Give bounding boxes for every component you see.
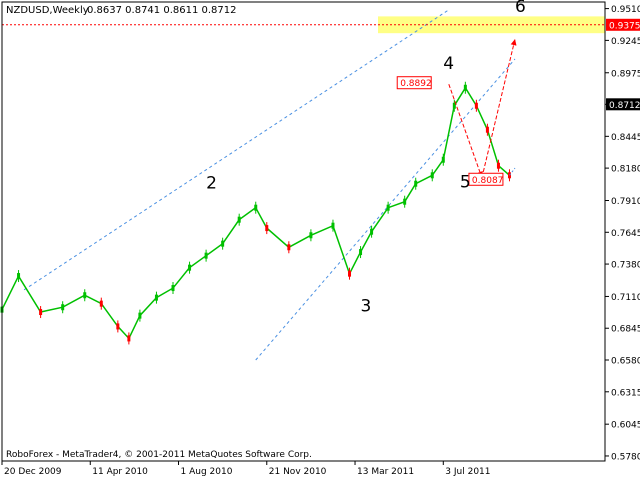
candle-body <box>430 172 434 179</box>
candle-body <box>359 249 363 256</box>
level-price-label: 0.8712 <box>609 101 640 111</box>
ohlc-readout: 0.8637 0.8741 0.8611 0.8712 <box>87 5 237 16</box>
y-tick-label: 0.7380 <box>611 261 640 271</box>
candle-body <box>348 270 352 277</box>
price-marker-label: 0.8892 <box>400 79 432 89</box>
x-tick-label: 13 Mar 2011 <box>357 467 414 477</box>
wave-label: 3 <box>361 296 372 316</box>
chart-background <box>0 0 640 480</box>
x-tick-label: 1 Aug 2010 <box>181 467 233 477</box>
wave-label: 6 <box>515 0 526 17</box>
wave-label: 5 <box>460 172 471 192</box>
candle-body <box>204 252 208 259</box>
candle-body <box>463 84 467 91</box>
chart-title: NZDUSD,Weekly <box>6 5 89 16</box>
candle-body <box>386 204 390 211</box>
candle-body <box>83 292 87 299</box>
candle-body <box>188 264 192 271</box>
y-tick-label: 0.8445 <box>611 133 640 143</box>
candle-body <box>265 225 269 232</box>
x-tick-label: 21 Nov 2010 <box>269 467 327 477</box>
candle-body <box>287 244 291 251</box>
y-tick-label: 0.9245 <box>611 37 640 47</box>
candle-body <box>370 228 374 235</box>
candle-body <box>309 232 313 239</box>
candle-body <box>331 222 335 229</box>
candle-body <box>116 323 120 330</box>
candle-body <box>61 304 65 311</box>
candle-body <box>99 300 103 307</box>
y-axis: 0.9510 0.9245 0.8975 0.8712 0.8445 0.8180 0.79… <box>605 5 640 462</box>
candle-body <box>507 172 511 179</box>
y-tick-label: 0.9510 <box>611 5 640 15</box>
candle-body <box>485 126 489 133</box>
candle-body <box>414 180 418 187</box>
x-tick-label: 20 Dec 2009 <box>4 467 62 477</box>
candle-body <box>403 198 407 205</box>
x-tick-label: 3 Jul 2011 <box>445 467 490 477</box>
candle-body <box>496 162 500 169</box>
wave-label: 4 <box>443 54 454 74</box>
candle-body <box>237 216 241 223</box>
y-tick-label: 0.5780 <box>611 452 640 462</box>
candle-body <box>154 294 158 301</box>
chart-root: 0.8892 0.8087 2 3 4 5 6 0.9510 0.9245 0.8975 0.8… <box>0 0 640 480</box>
candle-body <box>171 285 175 292</box>
y-tick-label: 0.7110 <box>611 293 640 303</box>
candle-body <box>39 309 43 316</box>
price-chart: 0.8892 0.8087 2 3 4 5 6 0.9510 0.9245 0.8975 0.8… <box>0 0 640 480</box>
candle-body <box>441 156 445 163</box>
wave-label: 2 <box>206 174 217 194</box>
y-tick-label: 0.6845 <box>611 325 640 335</box>
y-tick-label: 0.7910 <box>611 197 640 207</box>
y-tick-label: 0.7645 <box>611 229 640 239</box>
y-tick-label: 0.6315 <box>611 388 640 398</box>
x-tick-label: 11 Apr 2010 <box>92 467 148 477</box>
price-marker-label: 0.8087 <box>472 176 504 186</box>
y-tick-label: 0.8975 <box>611 69 640 79</box>
candle-body <box>138 312 142 319</box>
candle-body <box>127 335 131 342</box>
level-price-label: 0.9375 <box>609 21 640 31</box>
y-tick-label: 0.8180 <box>611 165 640 175</box>
candle-body <box>221 240 225 247</box>
candle-body <box>17 273 21 280</box>
candle-body <box>474 102 478 109</box>
y-tick-label: 0.6580 <box>611 357 640 367</box>
candle-body <box>254 204 258 211</box>
y-tick-label: 0.6045 <box>611 421 640 431</box>
copyright-text: RoboForex - MetaTrader4, © 2001-2011 Met… <box>6 450 312 460</box>
